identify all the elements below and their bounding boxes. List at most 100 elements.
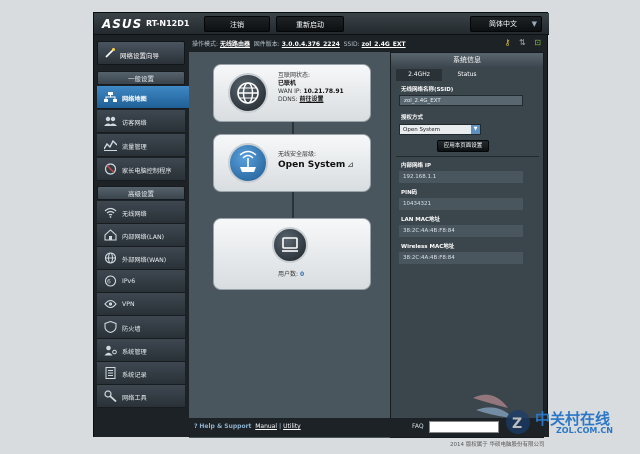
- sidebar-item-wireless[interactable]: 无线网络: [97, 201, 185, 224]
- sidebar-item-wan[interactable]: 外部网络(WAN): [97, 247, 185, 270]
- network-map-panel: 互联网状态: 已联机 WAN IP: 10.21.78.91 DDNS: 前往设…: [189, 52, 391, 438]
- sidebar-item-lan[interactable]: 内部网络(LAN): [97, 224, 185, 247]
- quick-setup-label: 网络设置向导: [120, 52, 159, 60]
- sidebar-item-label: 家长电脑控制程序: [122, 168, 172, 175]
- security-level-label: 无线安全层级:: [278, 151, 317, 158]
- sidebar-item-system-log[interactable]: 系统记录: [97, 362, 185, 385]
- usb-icon[interactable]: ⇅: [519, 38, 526, 47]
- globe-icon-circle: [228, 73, 268, 113]
- ssid-field-label: 无线网络名称(SSID): [401, 87, 454, 93]
- administration-icon: [104, 345, 117, 356]
- top-bar: ASUS RT-N12D1 注销 重新启动 简体中文 ▼: [94, 13, 549, 35]
- firmware-link[interactable]: 3.0.0.4.376_2224: [282, 41, 340, 48]
- wireless-mac-label: Wireless MAC地址: [401, 244, 455, 250]
- wan-icon: [104, 252, 117, 264]
- parental-control-icon: [104, 163, 117, 175]
- utility-link[interactable]: Utility: [283, 423, 301, 430]
- sidebar-item-ipv6[interactable]: 6 IPv6: [97, 270, 185, 293]
- wan-ip-label: WAN IP:: [278, 88, 302, 95]
- quick-setup-button[interactable]: 网络设置向导: [97, 41, 185, 65]
- status-strip: 操作模式: 无线路由器 固件版本: 3.0.0.4.376_2224 SSID:…: [192, 39, 406, 48]
- sidebar-item-label: 系统记录: [122, 372, 147, 379]
- sidebar-item-label: IPv6: [122, 278, 136, 285]
- globe-icon: [237, 82, 259, 104]
- clients-label: 用户数:: [278, 271, 299, 278]
- watermark-en: ZOL.COM.CN: [556, 426, 613, 435]
- mode-link[interactable]: 无线路由器: [220, 41, 250, 48]
- chevron-down-icon: ▼: [471, 125, 480, 134]
- wireless-mac-value: 38:2C:4A:4B:F8:84: [399, 252, 523, 264]
- logout-button[interactable]: 注销: [204, 16, 270, 32]
- watermark-logo: Z: [473, 394, 530, 434]
- internet-status-label: 互联网状态:: [278, 72, 311, 79]
- clients-icon-circle: [272, 227, 308, 263]
- firmware-label: 固件版本:: [253, 41, 280, 48]
- sidebar-item-parental-control[interactable]: 家长电脑控制程序: [97, 158, 185, 181]
- internet-status-card[interactable]: 互联网状态: 已联机 WAN IP: 10.21.78.91 DDNS: 前往设…: [213, 64, 371, 122]
- monitor-icon: [282, 237, 298, 252]
- language-select[interactable]: 简体中文 ▼: [470, 16, 542, 32]
- sidebar-item-traffic-manager[interactable]: 流量管理: [97, 134, 185, 157]
- sidebar-item-network-map[interactable]: 网络地图: [97, 86, 193, 109]
- help-label: Help & Support: [199, 423, 252, 430]
- security-level-value: Open System: [278, 160, 346, 170]
- lan-ip-value: 192.168.1.1: [399, 171, 523, 183]
- sidebar-item-label: 网络工具: [122, 395, 147, 402]
- ssid-link[interactable]: zol_2.4G_EXT: [362, 41, 406, 48]
- pin-label: PIN码: [401, 190, 418, 196]
- clients-card[interactable]: 用户数: 0: [213, 218, 371, 290]
- sidebar-item-administration[interactable]: 系统管理: [97, 339, 185, 362]
- language-value: 简体中文: [489, 20, 517, 28]
- traffic-manager-icon: [104, 139, 117, 151]
- shield-icon: [104, 321, 117, 333]
- separator: |: [278, 423, 282, 430]
- apply-button[interactable]: 应用本页面设置: [437, 140, 489, 152]
- ddns-link[interactable]: 前往设置: [299, 96, 323, 103]
- wireless-icon: [104, 207, 117, 218]
- lan-mac-value: 38:2C:4A:4B:F8:84: [399, 225, 523, 237]
- guest-network-icon: [104, 116, 117, 126]
- ssid-label: SSID:: [343, 41, 360, 48]
- mode-label: 操作模式:: [192, 41, 219, 48]
- wand-icon: [105, 48, 115, 58]
- unlock-icon: ⊿: [347, 160, 354, 169]
- lan-ip-label: 内部网络 IP: [401, 163, 431, 169]
- sidebar-item-label: VPN: [122, 301, 135, 308]
- connected-icon[interactable]: ⊡: [534, 38, 541, 47]
- sidebar-item-firewall[interactable]: 防火墙: [97, 316, 185, 339]
- sidebar-item-label: 网络地图: [122, 96, 147, 103]
- sidebar-item-label: 访客网络: [122, 120, 147, 127]
- reboot-button[interactable]: 重新启动: [276, 16, 344, 32]
- question-icon: ?: [194, 423, 198, 430]
- system-status-panel: 系统信息 2.4GHz Status 无线网络名称(SSID) zol_2.4G…: [390, 52, 544, 438]
- sidebar-item-label: 外部网络(WAN): [122, 257, 167, 264]
- auth-method-label: 授权方式: [401, 115, 424, 121]
- lan-mac-label: LAN MAC地址: [401, 217, 441, 223]
- chevron-down-icon: ▼: [531, 20, 537, 28]
- sidebar-item-label: 流量管理: [122, 144, 147, 151]
- tab-2-4ghz[interactable]: 2.4GHz: [396, 69, 442, 81]
- svg-text:6: 6: [107, 279, 111, 286]
- connector-line: [292, 122, 294, 134]
- network-map-icon: [104, 92, 117, 102]
- advanced-heading: 高级设置: [97, 186, 185, 200]
- sidebar-item-label: 系统管理: [122, 349, 147, 356]
- tab-status[interactable]: Status: [444, 69, 490, 81]
- router-card[interactable]: 无线安全层级: Open System ⊿: [213, 134, 371, 192]
- connector-line: [292, 192, 294, 218]
- faq-label: FAQ: [412, 423, 424, 430]
- svg-text:Z: Z: [512, 416, 522, 432]
- auth-method-select[interactable]: Open System ▼: [399, 124, 481, 135]
- auth-method-value: Open System: [403, 127, 440, 133]
- network-tools-icon: [104, 390, 117, 402]
- sidebar-item-network-tools[interactable]: 网络工具: [97, 385, 185, 408]
- key-icon[interactable]: ⚷: [505, 38, 511, 47]
- ssid-field[interactable]: zol_2.4G_EXT: [399, 95, 523, 106]
- sidebar-item-vpn[interactable]: VPN: [97, 293, 185, 316]
- vpn-icon: [104, 299, 117, 309]
- pin-value: 10434321: [399, 198, 523, 210]
- sidebar-item-guest-network[interactable]: 访客网络: [97, 110, 185, 133]
- status-icons: ⚷ ⇅ ⊡: [505, 38, 541, 47]
- model-name: RT-N12D1: [146, 19, 190, 28]
- manual-link[interactable]: Manual: [255, 423, 277, 430]
